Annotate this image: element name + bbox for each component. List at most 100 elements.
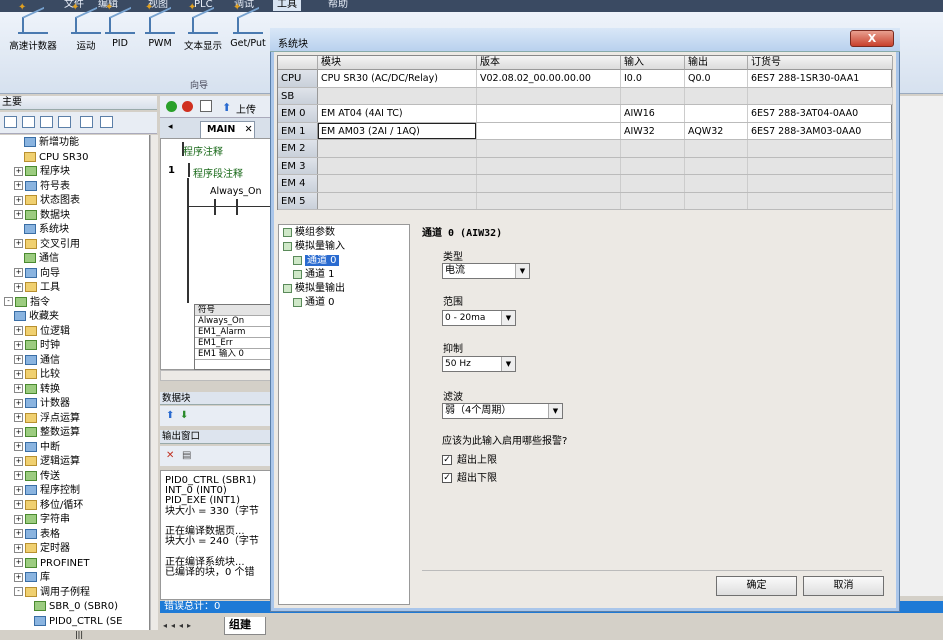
expand-icon[interactable]: + [14, 514, 23, 524]
tree-scrollbar[interactable] [150, 135, 158, 630]
tree-item[interactable]: + 移位/循环 [14, 499, 83, 514]
tree-item[interactable]: - 调用子例程 [14, 586, 90, 601]
expand-icon[interactable]: + [14, 195, 23, 205]
ok-button[interactable]: 确定 [716, 576, 797, 596]
menu-tools[interactable]: 工具 [273, 0, 301, 11]
table-row[interactable]: CPU CPU SR30 (AC/DC/Relay) V02.08.02_00.00… [278, 70, 893, 88]
cell-module[interactable] [318, 87, 477, 104]
getput-wizard-button[interactable]: Get/Put [226, 2, 270, 49]
cell-order[interactable]: 6ES7 288-1SR30-0AA1 [748, 70, 893, 87]
expand-icon[interactable]: + [14, 326, 23, 335]
nav-item[interactable]: 模拟量输入 [283, 241, 345, 253]
expand-icon[interactable]: + [14, 529, 23, 538]
cell-output[interactable] [685, 175, 748, 192]
nav-item[interactable]: 通道 0 [293, 297, 335, 309]
cell-output[interactable]: Q0.0 [685, 70, 748, 87]
cell-input[interactable] [621, 192, 685, 209]
cell-order[interactable]: 6ES7 288-3AM03-0AA0 [748, 122, 893, 139]
tree-item[interactable]: + 符号表 [14, 180, 70, 195]
cell-input[interactable] [621, 175, 685, 192]
cell-order[interactable] [748, 175, 893, 192]
tree-item[interactable]: + 工具 [14, 281, 60, 296]
expand-icon[interactable]: + [14, 413, 23, 422]
lower-limit-checkbox[interactable]: ✓ 超出下限 [442, 469, 497, 484]
cell-version[interactable] [477, 175, 621, 192]
cell-order[interactable]: 6ES7 288-3AT04-0AA0 [748, 105, 893, 122]
cell-order[interactable] [748, 192, 893, 209]
expand-icon[interactable]: + [14, 427, 23, 437]
type-select[interactable]: 电流 ▼ [442, 263, 530, 279]
menu-help[interactable]: 帮助 [328, 0, 348, 11]
tree-tool-icon[interactable] [100, 116, 113, 128]
expand-icon[interactable]: + [14, 456, 23, 466]
suppress-select[interactable]: 50 Hz ▼ [442, 356, 516, 372]
tree-tool-icon[interactable] [40, 116, 53, 128]
cell-version[interactable] [477, 192, 621, 209]
expand-icon[interactable]: + [14, 485, 23, 495]
cell-input[interactable] [621, 157, 685, 174]
nav-item[interactable]: 通道 0 [293, 255, 339, 267]
expand-icon[interactable]: + [14, 282, 23, 292]
cell-input[interactable]: I0.0 [621, 70, 685, 87]
expand-icon[interactable]: + [14, 442, 23, 451]
cell-output[interactable] [685, 192, 748, 209]
collapse-icon[interactable]: - [4, 297, 13, 306]
upper-limit-checkbox[interactable]: ✓ 超出上限 [442, 451, 497, 466]
table-row[interactable]: EM 0 EM AT04 (4AI TC) AIW16 6ES7 288-3AT04-… [278, 105, 893, 123]
upload-icon[interactable]: ⬆ [166, 410, 174, 421]
tree-item[interactable]: + 逻辑运算 [14, 455, 80, 470]
compile-icon[interactable] [200, 100, 212, 112]
expand-icon[interactable]: + [14, 500, 23, 509]
contact-right[interactable] [236, 199, 238, 215]
cell-output[interactable] [685, 140, 748, 157]
close-button[interactable]: X [850, 30, 894, 47]
cell-module[interactable] [318, 140, 477, 157]
cell-order[interactable] [748, 140, 893, 157]
expand-icon[interactable]: + [14, 543, 23, 553]
tree-item[interactable]: + 时钟 [14, 339, 60, 354]
clear-icon[interactable]: ✕ [166, 450, 174, 461]
tree-item[interactable]: + 传送 [14, 470, 60, 485]
cell-output[interactable] [685, 87, 748, 104]
expand-icon[interactable]: + [14, 384, 23, 393]
hsc-wizard-button[interactable]: 高速计数器 [4, 2, 62, 52]
expand-icon[interactable]: + [14, 355, 23, 364]
tree-item[interactable]: - 指令 [4, 296, 50, 311]
table-row[interactable]: Always_On [195, 316, 274, 327]
cell-version[interactable] [477, 157, 621, 174]
tree-item[interactable]: + 程序块 [14, 165, 70, 180]
tab-main[interactable]: MAIN ✕ [200, 121, 255, 138]
cell-input[interactable] [621, 87, 685, 104]
run-icon[interactable] [166, 101, 177, 112]
table-row[interactable]: EM 3 [278, 157, 893, 175]
upload-button[interactable]: 上传 [236, 101, 256, 116]
expand-icon[interactable]: + [14, 181, 23, 190]
text-display-wizard-button[interactable]: 文本显示 [178, 2, 228, 52]
expand-icon[interactable]: + [14, 572, 23, 582]
cell-input[interactable] [621, 140, 685, 157]
tree-tool-icon[interactable] [4, 116, 17, 128]
tree-item[interactable]: + 浮点运算 [14, 412, 80, 427]
tree-item[interactable]: + 整数运算 [14, 426, 80, 441]
cell-output[interactable] [685, 105, 748, 122]
tree-item[interactable]: + 通信 [14, 354, 60, 369]
cell-version[interactable] [477, 87, 621, 104]
cell-output[interactable]: AQW32 [685, 122, 748, 139]
tree-item[interactable]: + 中断 [14, 441, 60, 456]
tree-item[interactable]: + 字符串 [14, 513, 70, 528]
range-select[interactable]: 0 - 20ma ▼ [442, 310, 516, 326]
nav-item[interactable]: 通道 1 [293, 269, 335, 281]
collapse-icon[interactable]: - [14, 587, 23, 596]
table-row[interactable]: EM 5 [278, 192, 893, 210]
cell-input[interactable]: AIW32 [621, 122, 685, 139]
expand-icon[interactable]: + [14, 210, 23, 219]
tree-item[interactable]: + 表格 [14, 528, 60, 543]
tree-item[interactable]: + 向导 [14, 267, 60, 282]
dialog-titlebar[interactable] [270, 28, 900, 52]
tree-item[interactable]: + 位逻辑 [14, 325, 70, 340]
tab-nav-arrows[interactable]: ◂◂◂▸ [163, 621, 195, 630]
cell-order[interactable] [748, 87, 893, 104]
tree-tool-icon[interactable] [22, 116, 35, 128]
filter-select[interactable]: 弱（4个周期） ▼ [442, 403, 563, 419]
cell-module[interactable] [318, 192, 477, 209]
